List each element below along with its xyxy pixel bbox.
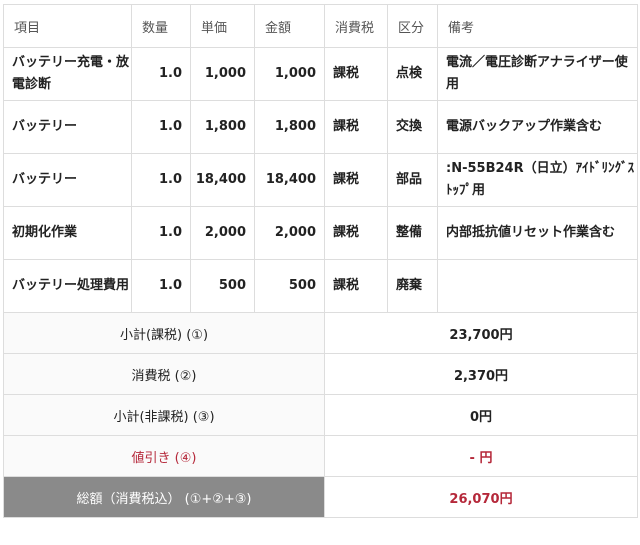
- table-row: バッテリー充電・放電診断 1.0 1,000 1,000 課税 点検 電流／電圧…: [3, 47, 638, 101]
- item-amount: 1,000: [254, 47, 325, 101]
- item-note: [437, 259, 638, 313]
- header-unit-price: 単価: [190, 4, 255, 48]
- item-qty: 1.0: [131, 153, 191, 207]
- item-qty: 1.0: [131, 259, 191, 313]
- table-row: 初期化作業 1.0 2,000 2,000 課税 整備 内部抵抗値リセット作業含…: [3, 206, 638, 260]
- item-tax: 課税: [324, 153, 388, 207]
- item-tax: 課税: [324, 47, 388, 101]
- item-note: :N-55B24R（日立）ｱｲﾄﾞﾘﾝｸﾞｽﾄｯﾌﾟ用: [437, 153, 638, 207]
- item-note: 内部抵抗値リセット作業含む: [437, 206, 638, 260]
- summary-row-total: 総額（消費税込） (①+②+③) 26,070円: [3, 476, 638, 518]
- item-qty: 1.0: [131, 47, 191, 101]
- item-category: 部品: [387, 153, 438, 207]
- item-name: バッテリー充電・放電診断: [3, 47, 132, 101]
- item-unit-price: 500: [190, 259, 255, 313]
- summary-row-consumption-tax: 消費税 (②) 2,370円: [3, 353, 638, 395]
- header-item: 項目: [3, 4, 132, 48]
- item-tax: 課税: [324, 100, 388, 154]
- item-amount: 18,400: [254, 153, 325, 207]
- total-value: 26,070円: [324, 476, 638, 518]
- item-name: バッテリー処理費用: [3, 259, 132, 313]
- item-amount: 500: [254, 259, 325, 313]
- summary-row-subtotal-nontaxable: 小計(非課税) (③) 0円: [3, 394, 638, 436]
- subtotal-taxable-value: 23,700円: [324, 312, 638, 354]
- header-amount: 金額: [254, 4, 325, 48]
- header-tax: 消費税: [324, 4, 388, 48]
- table-row: バッテリー処理費用 1.0 500 500 課税 廃棄: [3, 259, 638, 313]
- item-category: 点検: [387, 47, 438, 101]
- item-category: 交換: [387, 100, 438, 154]
- item-note: 電流／電圧診断アナライザー使用: [437, 47, 638, 101]
- item-unit-price: 1,000: [190, 47, 255, 101]
- item-category: 廃棄: [387, 259, 438, 313]
- summary-row-discount: 値引き (④) - 円: [3, 435, 638, 477]
- item-name: 初期化作業: [3, 206, 132, 260]
- consumption-tax-value: 2,370円: [324, 353, 638, 395]
- item-category: 整備: [387, 206, 438, 260]
- summary-row-subtotal-taxable: 小計(課税) (①) 23,700円: [3, 312, 638, 354]
- discount-label: 値引き (④): [3, 435, 325, 477]
- item-amount: 2,000: [254, 206, 325, 260]
- item-unit-price: 2,000: [190, 206, 255, 260]
- item-note: 電源バックアップ作業含む: [437, 100, 638, 154]
- subtotal-taxable-label: 小計(課税) (①): [3, 312, 325, 354]
- total-label: 総額（消費税込） (①+②+③): [3, 476, 325, 518]
- header-qty: 数量: [131, 4, 191, 48]
- item-tax: 課税: [324, 206, 388, 260]
- header-note: 備考: [437, 4, 638, 48]
- table-row: バッテリー 1.0 18,400 18,400 課税 部品 :N-55B24R（…: [3, 153, 638, 207]
- item-qty: 1.0: [131, 206, 191, 260]
- discount-value: - 円: [324, 435, 638, 477]
- subtotal-nontaxable-label: 小計(非課税) (③): [3, 394, 325, 436]
- item-qty: 1.0: [131, 100, 191, 154]
- item-tax: 課税: [324, 259, 388, 313]
- header-category: 区分: [387, 4, 438, 48]
- item-amount: 1,800: [254, 100, 325, 154]
- consumption-tax-label: 消費税 (②): [3, 353, 325, 395]
- item-unit-price: 1,800: [190, 100, 255, 154]
- item-name: バッテリー: [3, 100, 132, 154]
- header-row: 項目 数量 単価 金額 消費税 区分 備考: [3, 4, 638, 48]
- item-name: バッテリー: [3, 153, 132, 207]
- subtotal-nontaxable-value: 0円: [324, 394, 638, 436]
- item-unit-price: 18,400: [190, 153, 255, 207]
- estimate-table: 項目 数量 単価 金額 消費税 区分 備考 バッテリー充電・放電診断 1.0 1…: [3, 4, 638, 518]
- table-row: バッテリー 1.0 1,800 1,800 課税 交換 電源バックアップ作業含む: [3, 100, 638, 154]
